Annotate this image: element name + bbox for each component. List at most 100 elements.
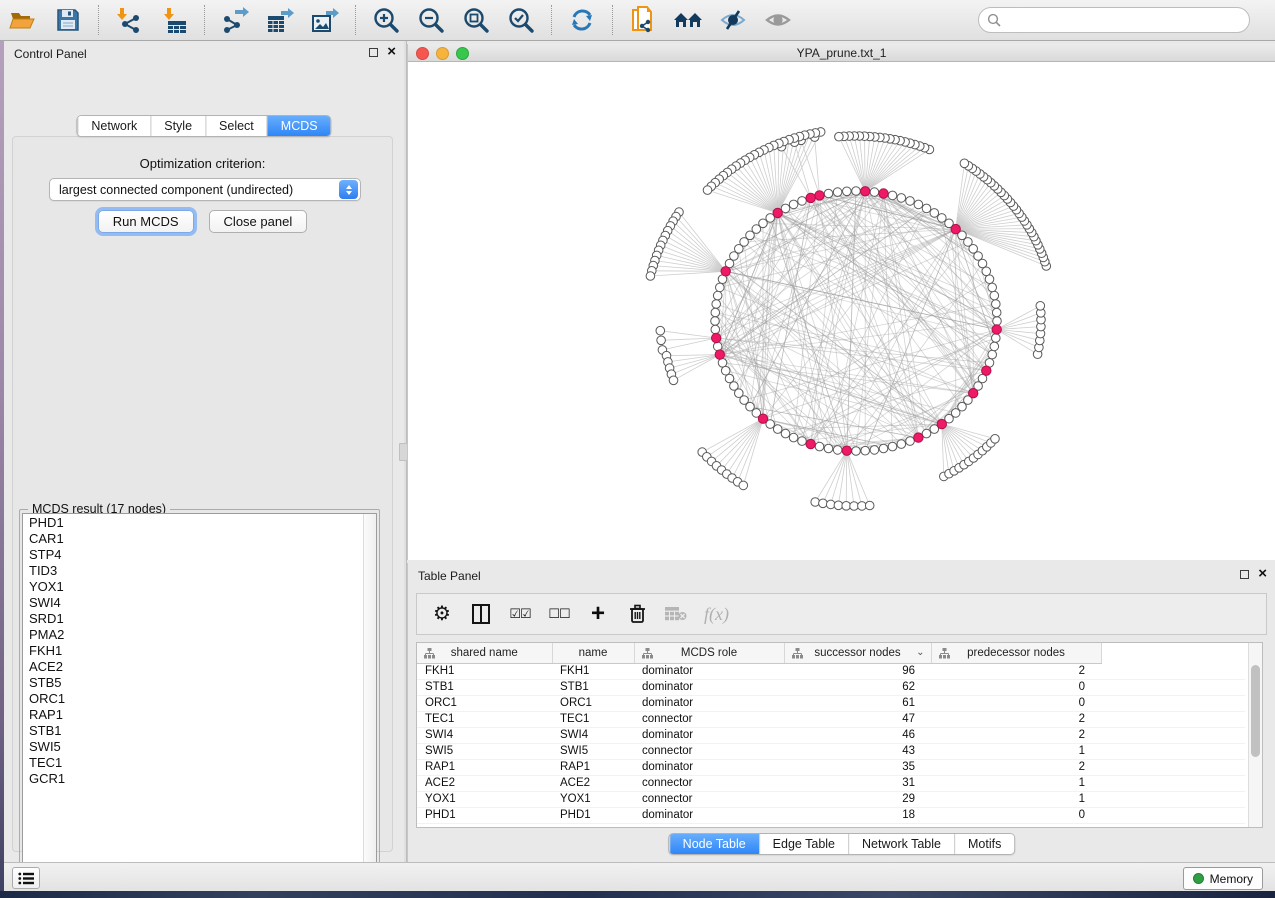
import-network-button[interactable] [114,5,144,35]
control-panel-tab[interactable]: Network [77,116,150,136]
control-panel-tab[interactable]: MCDS [267,116,331,136]
control-panel-tab[interactable]: Select [205,116,267,136]
table-row[interactable]: STB1 STB1 dominator 62 0 [417,679,1245,695]
column-header[interactable]: MCDS role ⌄ [634,643,784,663]
mcds-result-item[interactable]: TID3 [29,563,363,579]
column-header[interactable]: predecessor nodes ⌄ [931,643,1101,663]
zoom-out-button[interactable] [416,5,446,35]
cell-successor-nodes[interactable]: 96 [784,663,931,679]
mcds-result-item[interactable]: PMA2 [29,627,363,643]
cell-mcds-role[interactable]: dominator [634,727,784,743]
control-panel-tab[interactable]: Style [150,116,205,136]
mcds-result-item[interactable]: SRD1 [29,611,363,627]
function-builder-button[interactable]: f(x) [704,601,729,627]
cell-predecessor-nodes[interactable]: 1 [931,791,1101,807]
close-panel-button[interactable]: Close panel [209,210,308,233]
cell-name[interactable]: PHD1 [552,807,634,823]
cell-name[interactable]: SWI4 [552,727,634,743]
column-header[interactable]: name ⌄ [552,643,634,663]
mcds-result-item[interactable]: STB5 [29,675,363,691]
fit-content-button[interactable] [461,5,491,35]
window-maximize-icon[interactable] [456,47,469,60]
mcds-result-list[interactable]: PHD1 CAR1 STP4 TID3 YOX1 SWI4 SRD1 [22,513,377,876]
table-row[interactable]: TEC1 TEC1 connector 47 2 [417,711,1245,727]
network-canvas[interactable] [408,62,1275,560]
mcds-result-item[interactable]: YOX1 [29,579,363,595]
run-mcds-button[interactable]: Run MCDS [98,210,194,233]
zoom-selected-button[interactable] [506,5,536,35]
cell-shared-name[interactable]: ORC1 [417,695,552,711]
cell-successor-nodes[interactable]: 47 [784,711,931,727]
table-row[interactable]: PHD1 PHD1 dominator 18 0 [417,807,1245,823]
cell-shared-name[interactable]: SWI5 [417,743,552,759]
cell-predecessor-nodes[interactable]: 0 [931,679,1101,695]
cell-name[interactable]: ORC1 [552,695,634,711]
table-tab[interactable]: Edge Table [759,834,848,854]
cell-mcds-role[interactable]: connector [634,791,784,807]
table-row[interactable]: RAP1 RAP1 dominator 35 2 [417,759,1245,775]
cell-predecessor-nodes[interactable]: 0 [931,807,1101,823]
float-panel-icon[interactable] [369,48,378,57]
cell-shared-name[interactable]: TEC1 [417,711,552,727]
cell-successor-nodes[interactable]: 31 [784,775,931,791]
table-row[interactable]: FKH1 FKH1 dominator 96 2 [417,663,1245,679]
table-tab[interactable]: Node Table [669,834,759,854]
export-table-button[interactable] [265,5,295,35]
cell-successor-nodes[interactable]: 43 [784,743,931,759]
cell-mcds-role[interactable]: connector [634,743,784,759]
table-tab[interactable]: Network Table [848,834,954,854]
network-titlebar[interactable]: YPA_prune.txt_1 [408,44,1275,62]
select-all-button[interactable]: ☑☑ [509,601,531,627]
export-image-button[interactable] [310,5,340,35]
cell-mcds-role[interactable]: connector [634,775,784,791]
mcds-result-item[interactable]: ACE2 [29,659,363,675]
refresh-view-button[interactable] [567,5,597,35]
save-session-button[interactable] [53,5,83,35]
cell-name[interactable]: ACE2 [552,775,634,791]
table-scrollbar[interactable] [1248,643,1262,827]
cell-name[interactable]: TEC1 [552,711,634,727]
cell-successor-nodes[interactable]: 35 [784,759,931,775]
cell-predecessor-nodes[interactable]: 1 [931,775,1101,791]
table-scrollbar-thumb[interactable] [1251,665,1260,757]
column-header[interactable]: shared name ⌄ [417,643,552,663]
cell-successor-nodes[interactable]: 46 [784,727,931,743]
mcds-list-scrollbar[interactable] [363,514,376,875]
cell-shared-name[interactable]: STB1 [417,679,552,695]
cell-predecessor-nodes[interactable]: 0 [931,695,1101,711]
deselect-all-button[interactable]: ☐☐ [548,601,570,627]
cell-mcds-role[interactable]: dominator [634,807,784,823]
toggle-columns-button[interactable] [470,601,492,627]
delete-columns-button[interactable] [626,601,648,627]
table-row[interactable]: ORC1 ORC1 dominator 61 0 [417,695,1245,711]
mcds-result-item[interactable]: STP4 [29,547,363,563]
houses-button[interactable] [673,5,703,35]
import-table-button[interactable] [159,5,189,35]
cell-shared-name[interactable]: ACE2 [417,775,552,791]
cell-mcds-role[interactable]: dominator [634,679,784,695]
cell-successor-nodes[interactable]: 29 [784,791,931,807]
memory-button[interactable]: Memory [1183,867,1263,890]
cell-successor-nodes[interactable]: 18 [784,807,931,823]
cell-predecessor-nodes[interactable]: 1 [931,743,1101,759]
window-close-icon[interactable] [416,47,429,60]
float-table-panel-icon[interactable] [1240,570,1249,579]
cell-name[interactable]: STB1 [552,679,634,695]
table-row[interactable]: SWI4 SWI4 dominator 46 2 [417,727,1245,743]
mcds-result-item[interactable]: FKH1 [29,643,363,659]
hide-selected-button[interactable] [718,5,748,35]
cell-successor-nodes[interactable]: 61 [784,695,931,711]
cell-mcds-role[interactable]: dominator [634,663,784,679]
cell-shared-name[interactable]: YOX1 [417,791,552,807]
task-history-button[interactable] [12,867,40,889]
cell-name[interactable]: FKH1 [552,663,634,679]
cell-name[interactable]: SWI5 [552,743,634,759]
table-tab[interactable]: Motifs [954,834,1014,854]
mcds-result-item[interactable]: SWI5 [29,739,363,755]
mcds-result-item[interactable]: ORC1 [29,691,363,707]
cell-shared-name[interactable]: RAP1 [417,759,552,775]
delete-table-button[interactable] [665,601,687,627]
cell-shared-name[interactable]: SWI4 [417,727,552,743]
zoom-in-button[interactable] [371,5,401,35]
cell-name[interactable]: YOX1 [552,791,634,807]
